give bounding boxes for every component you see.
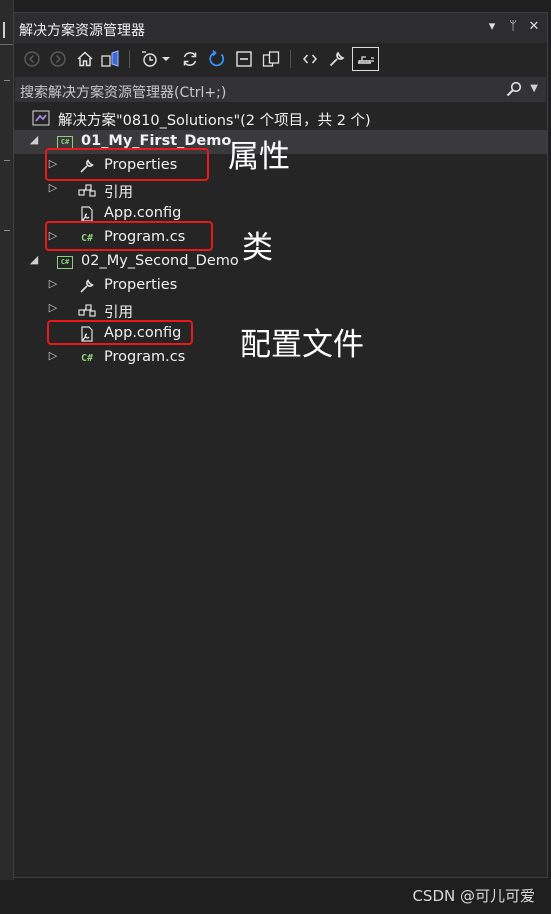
project-label: 01_My_First_Demo: [81, 133, 232, 149]
csharp-file-icon: C#: [80, 352, 94, 364]
config-file-icon: [78, 206, 96, 222]
sync-icon[interactable]: [178, 47, 202, 71]
references-icon: [78, 302, 96, 318]
toolbar: [14, 44, 547, 74]
solution-icon: [32, 110, 50, 126]
csharp-project-icon: C#: [56, 254, 74, 270]
forward-icon[interactable]: [46, 47, 70, 71]
search-input[interactable]: 搜索解决方案资源管理器(Ctrl+;) ▼: [15, 77, 546, 102]
solution-label: 解决方案"0810_Solutions"(2 个项目，共 2 个): [58, 113, 371, 129]
properties-wrench-icon[interactable]: [325, 47, 349, 71]
annotation-class: 类: [242, 230, 273, 266]
annotation-properties: 属性: [228, 139, 290, 175]
highlight-box-properties: [45, 148, 209, 181]
toolbar-separator: [129, 50, 130, 68]
toolbar-separator: [290, 50, 291, 68]
expand-arrow-icon[interactable]: ▷: [47, 181, 59, 194]
dock-tick: [4, 80, 10, 81]
collapse-all-icon[interactable]: [232, 47, 256, 71]
show-all-files-icon[interactable]: [259, 47, 283, 71]
home-icon[interactable]: [73, 47, 97, 71]
dock-divider: [0, 44, 13, 45]
expand-arrow-icon[interactable]: ▷: [47, 349, 59, 362]
project-label: 02_My_Second_Demo: [81, 253, 239, 269]
expand-arrow-icon[interactable]: ▷: [47, 277, 59, 290]
tree-row-references[interactable]: ▷ 引用: [14, 178, 547, 202]
dock-tab-marker[interactable]: [3, 22, 13, 38]
chevron-down-icon[interactable]: [159, 47, 173, 71]
item-label: 引用: [104, 305, 133, 321]
tree-row-solution[interactable]: 解决方案"0810_Solutions"(2 个项目，共 2 个): [14, 106, 547, 130]
chevron-down-icon[interactable]: ▼: [530, 83, 538, 94]
dock-tick: [4, 160, 10, 161]
search-placeholder: 搜索解决方案资源管理器(Ctrl+;): [20, 85, 227, 101]
watermark: CSDN @可儿可爱: [412, 887, 535, 905]
highlight-box-program-cs: [45, 221, 213, 251]
expand-arrow-icon[interactable]: ◢: [28, 253, 40, 266]
dropdown-arrow-icon[interactable]: ▾: [483, 19, 501, 34]
item-label: App.config: [104, 205, 182, 221]
annotation-config: 配置文件: [240, 327, 364, 363]
highlight-box-app-config: [47, 320, 193, 345]
expand-arrow-icon[interactable]: ▷: [47, 301, 59, 314]
references-icon: [78, 182, 96, 198]
switch-views-icon[interactable]: [99, 47, 123, 71]
expand-arrow-icon[interactable]: ◢: [28, 133, 40, 146]
preview-selected-items-icon[interactable]: [352, 47, 379, 71]
code-view-icon[interactable]: [298, 47, 322, 71]
panel-title-bar: 解决方案资源管理器 ▾ ᛘ ✕: [14, 13, 547, 43]
pin-icon[interactable]: ᛘ: [504, 19, 522, 34]
dock-tick: [4, 230, 10, 231]
panel-title: 解决方案资源管理器: [19, 23, 145, 39]
left-dock-strip: [0, 0, 14, 880]
item-label: Program.cs: [104, 349, 186, 365]
refresh-icon[interactable]: [205, 47, 229, 71]
tree-row-project[interactable]: ◢ C# 02_My_Second_Demo: [14, 250, 547, 274]
item-label: 引用: [104, 185, 133, 201]
item-label: Properties: [104, 277, 178, 293]
close-icon[interactable]: ✕: [525, 19, 543, 34]
wrench-icon: [78, 278, 96, 294]
back-icon[interactable]: [20, 47, 44, 71]
tree-row-properties[interactable]: ▷ Properties: [14, 274, 547, 298]
search-icon[interactable]: [506, 81, 522, 101]
